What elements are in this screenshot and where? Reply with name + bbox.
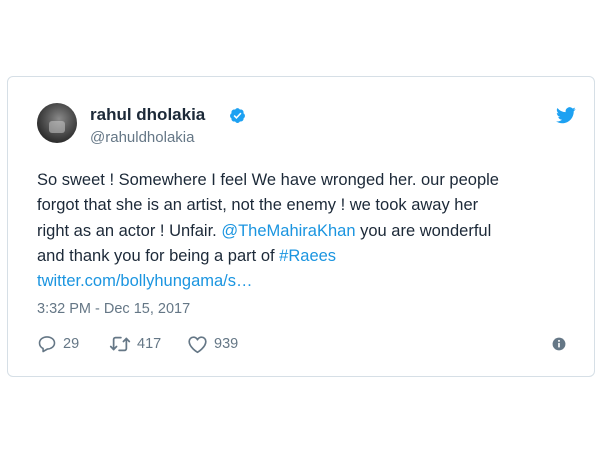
tweet-text-segment: and thank you for being a part of (37, 246, 280, 265)
tweet-card: rahul dholakia @rahuldholakia So sweet !… (7, 76, 595, 377)
tweet-text-line: right as an actor ! Unfair. @TheMahiraKh… (37, 219, 577, 244)
like-button[interactable]: 939 (187, 334, 238, 354)
like-count: 939 (214, 336, 239, 352)
tweet-text-segment: you are wonderful (355, 221, 492, 240)
reply-button[interactable]: 29 (37, 334, 79, 354)
avatar[interactable] (37, 103, 77, 143)
tweet-text-segment: So sweet ! Somewhere I feel We have wron… (37, 171, 499, 189)
action-bar: 29 417 939 (37, 334, 577, 356)
twitter-bird-icon[interactable] (555, 105, 577, 125)
heart-icon (188, 336, 207, 354)
mention-link[interactable]: @TheMahiraKhan (221, 222, 355, 240)
retweet-button[interactable]: 417 (109, 334, 161, 354)
url-link[interactable]: twitter.com/bollyhungama/s… (37, 272, 253, 290)
info-icon[interactable] (552, 337, 566, 351)
user-handle[interactable]: @rahuldholakia (90, 129, 194, 146)
verified-badge-icon (230, 108, 245, 123)
retweet-count: 417 (137, 336, 162, 352)
hashtag-link[interactable]: #Raees (279, 247, 336, 265)
tweet-text-line: forgot that she is an artist, not the en… (37, 193, 577, 218)
tweet-text-line: twitter.com/bollyhungama/s… (37, 269, 577, 294)
display-name[interactable]: rahul dholakia (90, 105, 205, 125)
tweet-text: So sweet ! Somewhere I feel We have wron… (37, 168, 577, 294)
reply-icon (38, 336, 56, 353)
tweet-text-segment: right as an actor ! Unfair. (37, 221, 222, 240)
tweet-text-segment: forgot that she is an artist, not the en… (37, 196, 479, 215)
reply-count: 29 (63, 336, 80, 352)
retweet-icon (109, 336, 131, 352)
tweet-text-line: and thank you for being a part of #Raees (37, 244, 577, 269)
tweet-text-line: So sweet ! Somewhere I feel We have wron… (37, 168, 577, 193)
timestamp[interactable]: 3:32 PM - Dec 15, 2017 (37, 301, 190, 317)
